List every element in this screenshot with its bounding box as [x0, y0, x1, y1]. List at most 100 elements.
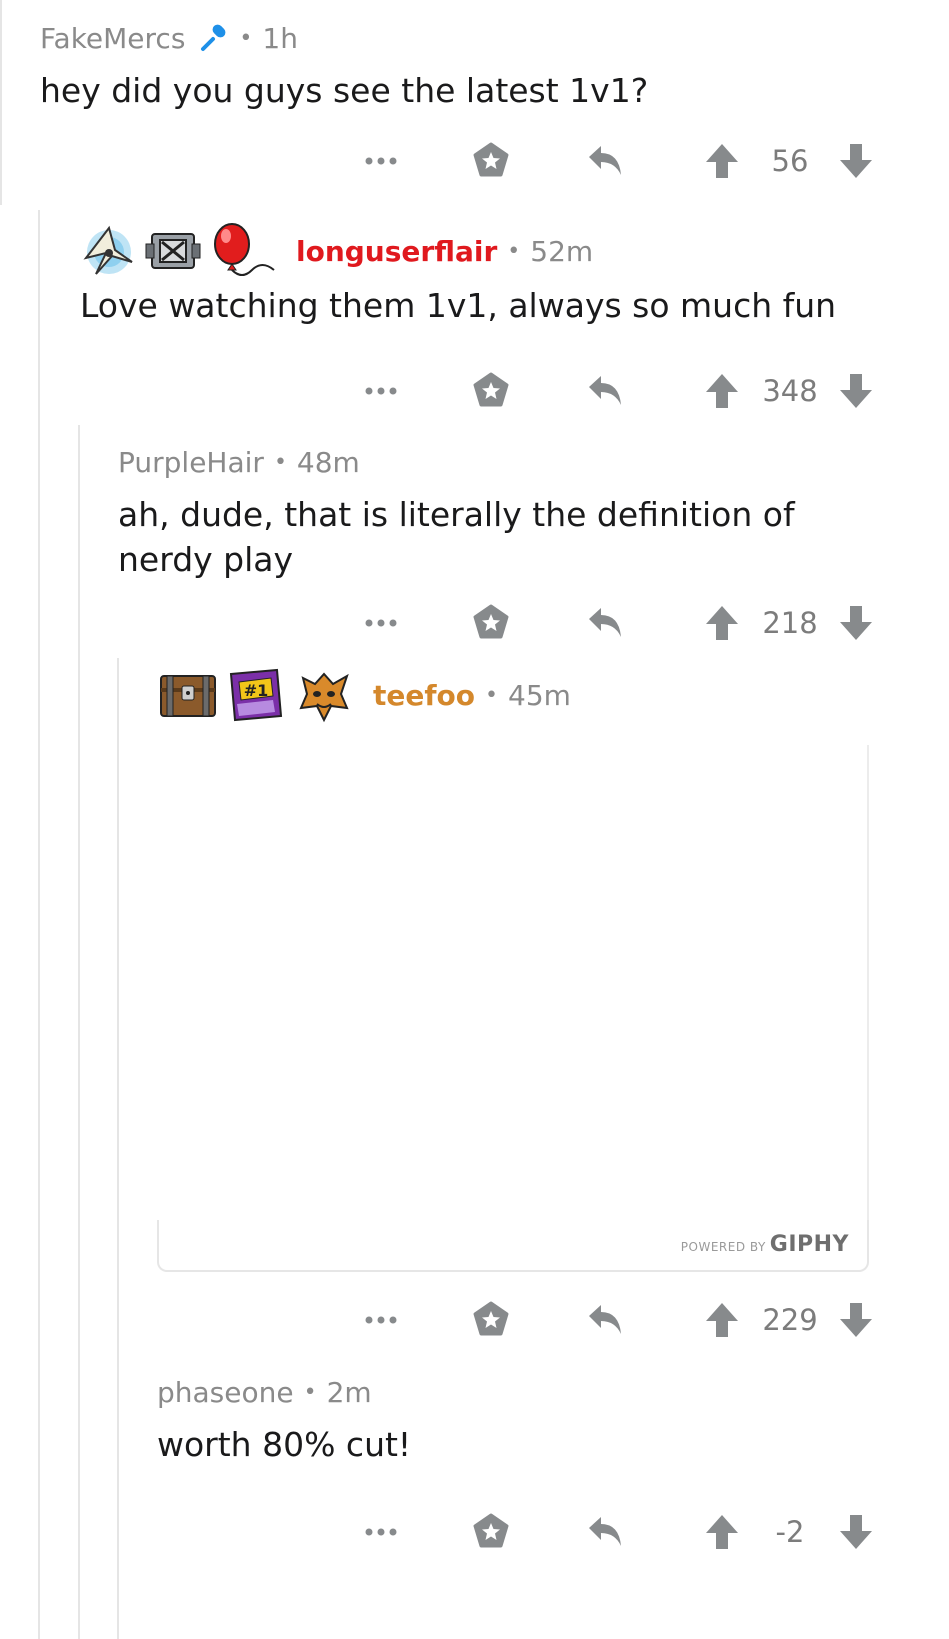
- username[interactable]: FakeMercs: [40, 22, 185, 55]
- star-icon: [473, 604, 509, 639]
- star-icon: [473, 372, 509, 407]
- number-one-icon: #1: [229, 668, 283, 722]
- comment-actions: 218: [0, 603, 949, 643]
- username[interactable]: PurpleHair: [118, 446, 264, 479]
- reply-button[interactable]: [582, 1512, 628, 1552]
- more-icon: [365, 1528, 397, 1536]
- vote-score: 348: [748, 371, 832, 411]
- more-icon: [365, 157, 397, 165]
- star-icon: [473, 1301, 509, 1336]
- thread-line: [117, 658, 119, 1639]
- save-button[interactable]: [468, 141, 514, 181]
- downvote-button[interactable]: [834, 141, 878, 181]
- downvote-button[interactable]: [834, 1300, 878, 1340]
- meta-separator: •: [303, 1379, 317, 1405]
- vote-score: -2: [748, 1512, 832, 1552]
- comment-body: ah, dude, that is literally the definiti…: [118, 495, 795, 579]
- downvote-button[interactable]: [834, 371, 878, 411]
- meta-separator: •: [239, 25, 253, 51]
- comment-actions: -2: [0, 1512, 949, 1552]
- comment-meta: PurpleHair • 48m: [118, 442, 878, 482]
- flair-group: #1: [157, 664, 361, 726]
- comment-body: Love watching them 1v1, always so much f…: [80, 286, 837, 325]
- reply-icon: [589, 146, 621, 175]
- reply-icon: [589, 1517, 621, 1546]
- giphy-attribution: POWERED BY GIPHY: [681, 1232, 849, 1257]
- upvote-icon: [706, 606, 738, 640]
- reply-icon: [589, 1305, 621, 1334]
- comment-body: hey did you guys see the latest 1v1?: [40, 71, 649, 110]
- reply-button[interactable]: [582, 1300, 628, 1340]
- meta-separator: •: [273, 449, 287, 475]
- comment-meta: longuserflair • 52m: [80, 222, 900, 280]
- username[interactable]: teefoo: [373, 679, 475, 712]
- comment-actions: 56: [0, 141, 949, 181]
- username[interactable]: longuserflair: [296, 235, 497, 268]
- reply-button[interactable]: [582, 603, 628, 643]
- comment-meta: #1 teefoo • 45m: [157, 666, 877, 724]
- balloon-icon: [214, 223, 275, 276]
- vote-score: 229: [748, 1300, 832, 1340]
- downvote-icon: [840, 1515, 872, 1549]
- username[interactable]: phaseone: [157, 1376, 294, 1409]
- timestamp: 1h: [262, 21, 298, 55]
- comment-meta: phaseone • 2m: [157, 1372, 877, 1412]
- save-button[interactable]: [468, 1300, 514, 1340]
- vote-score: 218: [748, 603, 832, 643]
- reply-button[interactable]: [582, 141, 628, 181]
- comment-meta: FakeMercs • 1h: [40, 18, 920, 58]
- downvote-icon: [840, 374, 872, 408]
- more-options-button[interactable]: [358, 141, 404, 181]
- save-button[interactable]: [468, 1512, 514, 1552]
- more-icon: [365, 619, 397, 627]
- upvote-button[interactable]: [700, 141, 744, 181]
- treasure-chest-icon: [160, 675, 216, 717]
- giphy-powered-by: POWERED BY: [680, 1240, 766, 1254]
- star-icon: [473, 1513, 509, 1548]
- more-options-button[interactable]: [358, 1300, 404, 1340]
- reply-icon: [589, 376, 621, 405]
- downvote-button[interactable]: [834, 1512, 878, 1552]
- meta-separator: •: [507, 238, 521, 264]
- downvote-button[interactable]: [834, 603, 878, 643]
- reply-icon: [589, 608, 621, 637]
- downvote-icon: [840, 1303, 872, 1337]
- upvote-button[interactable]: [700, 371, 744, 411]
- score-text: 229: [762, 1303, 818, 1337]
- glider-icon: [83, 225, 133, 275]
- timestamp: 2m: [326, 1375, 372, 1409]
- score-text: 348: [762, 374, 818, 408]
- microphone-icon: [199, 23, 229, 53]
- more-options-button[interactable]: [358, 1512, 404, 1552]
- downvote-icon: [840, 144, 872, 178]
- upvote-button[interactable]: [700, 1300, 744, 1340]
- comment: #1 teefoo • 45m: [157, 666, 877, 724]
- more-options-button[interactable]: [358, 371, 404, 411]
- thread-line: [38, 210, 40, 1639]
- comment-actions: 229: [0, 1300, 949, 1340]
- save-button[interactable]: [468, 603, 514, 643]
- timestamp: 45m: [508, 678, 571, 712]
- score-text: 218: [762, 606, 818, 640]
- more-icon: [365, 387, 397, 395]
- more-options-button[interactable]: [358, 603, 404, 643]
- more-icon: [365, 1316, 397, 1324]
- comment: FakeMercs • 1h hey did you guys see the …: [40, 18, 920, 113]
- comment: PurpleHair • 48m ah, dude, that is liter…: [118, 442, 878, 582]
- upvote-icon: [706, 1515, 738, 1549]
- upvote-icon: [706, 1303, 738, 1337]
- downvote-icon: [840, 606, 872, 640]
- upvote-icon: [706, 144, 738, 178]
- gif-frame-edge: [867, 745, 869, 1223]
- meta-separator: •: [485, 682, 499, 708]
- reply-button[interactable]: [582, 371, 628, 411]
- save-button[interactable]: [468, 371, 514, 411]
- svg-text:#1: #1: [244, 681, 269, 700]
- star-icon: [473, 142, 509, 177]
- giphy-embed[interactable]: POWERED BY GIPHY: [157, 1220, 869, 1272]
- comment-actions: 348: [0, 371, 949, 411]
- score-text: 56: [771, 144, 809, 178]
- upvote-button[interactable]: [700, 603, 744, 643]
- upvote-button[interactable]: [700, 1512, 744, 1552]
- score-text: -2: [775, 1515, 805, 1549]
